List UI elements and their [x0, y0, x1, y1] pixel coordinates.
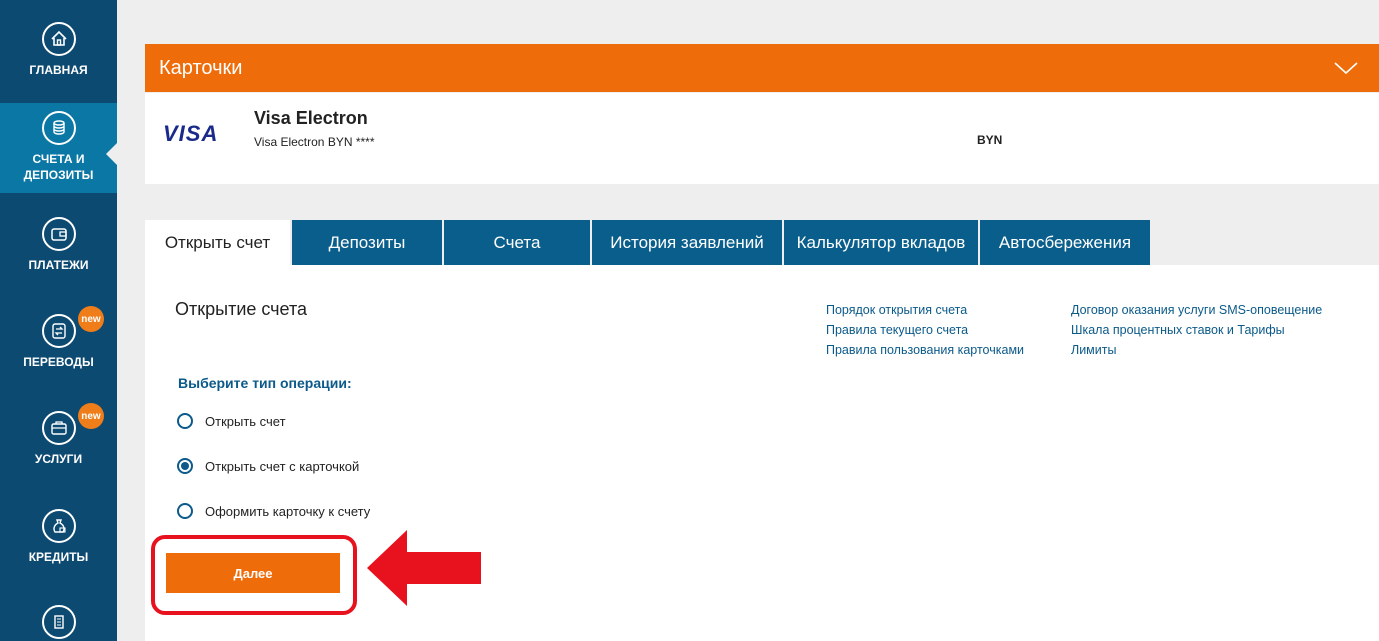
nav-item-accounts[interactable]: СЧЕТА И ДЕПОЗИТЫ: [0, 103, 117, 193]
radio-label: Оформить карточку к счету: [205, 503, 371, 519]
nav-item-credits[interactable]: КРЕДИТЫ: [0, 509, 117, 565]
radio-label: Открыть счет с карточкой: [205, 458, 360, 474]
cards-header[interactable]: Карточки: [145, 44, 1379, 92]
sidebar: ГЛАВНАЯ СЧЕТА И ДЕПОЗИТЫ ПЛАТЕЖИ ПЕРЕВОД…: [0, 0, 117, 641]
link-account-opening-procedure[interactable]: Порядок открытия счета: [826, 303, 967, 317]
tab-bar: Открыть счет Депозиты Счета История заяв…: [145, 220, 1152, 265]
radio-button-selected[interactable]: [177, 458, 193, 474]
nav-item-home[interactable]: ГЛАВНАЯ: [0, 22, 117, 78]
card-subtitle: Visa Electron BYN ****: [254, 135, 375, 149]
main-content: Карточки VISA Visa Electron Visa Electro…: [117, 0, 1379, 641]
page-title: Открытие счета: [175, 299, 308, 319]
card-currency: BYN: [977, 133, 1003, 147]
nav-label-credits: КРЕДИТЫ: [28, 550, 89, 564]
nav-label-accounts: СЧЕТА И ДЕПОЗИТЫ: [23, 152, 94, 182]
link-card-usage-rules[interactable]: Правила пользования карточками: [826, 343, 1024, 357]
tab-deposit-calculator[interactable]: Калькулятор вкладов: [784, 220, 978, 265]
card-name: Visa Electron: [254, 108, 368, 128]
nav-item-payments[interactable]: ПЛАТЕЖИ: [0, 217, 117, 273]
tab-deposits[interactable]: Депозиты: [292, 220, 442, 265]
card-summary[interactable]: VISA Visa Electron Visa Electron BYN ***…: [145, 93, 1379, 184]
accounts-panel: Открыть счет Депозиты Счета История заяв…: [145, 220, 1379, 641]
money-bag-icon: [41, 509, 76, 543]
tab-application-history[interactable]: История заявлений: [592, 220, 782, 265]
next-button[interactable]: Далее: [166, 553, 340, 593]
new-badge-services: new: [78, 403, 104, 429]
transfer-icon: [41, 314, 76, 348]
nav-label-transfers: ПЕРЕВОДЫ: [23, 355, 94, 369]
cards-header-title: Карточки: [159, 56, 243, 79]
link-sms-service-agreement[interactable]: Договор оказания услуги SMS-оповещение: [1071, 303, 1322, 317]
home-icon: [41, 22, 76, 56]
visa-logo: VISA: [163, 121, 219, 146]
arrow-left-icon: [367, 530, 481, 606]
tab-auto-savings[interactable]: Автосбережения: [980, 220, 1150, 265]
nav-item-more[interactable]: [0, 605, 117, 639]
radio-open-account-with-card[interactable]: Открыть счет с карточкой: [177, 458, 359, 474]
chevron-down-icon[interactable]: [1333, 60, 1359, 76]
radio-open-account[interactable]: Открыть счет: [177, 413, 286, 429]
briefcase-icon: [41, 411, 76, 445]
operation-type-label: Выберите тип операции:: [178, 375, 352, 391]
document-icon: [41, 605, 76, 639]
nav-label-payments: ПЛАТЕЖИ: [28, 258, 89, 272]
active-notch: [106, 143, 117, 165]
nav-label-home: ГЛАВНАЯ: [29, 63, 88, 77]
open-account-form: Открытие счета Порядок открытия счета Пр…: [145, 265, 1379, 641]
radio-label: Открыть счет: [205, 413, 286, 429]
tab-open-account[interactable]: Открыть счет: [145, 220, 290, 265]
link-current-account-rules[interactable]: Правила текущего счета: [826, 323, 968, 337]
link-limits[interactable]: Лимиты: [1071, 343, 1116, 357]
wallet-icon: [41, 217, 76, 251]
new-badge-transfers: new: [78, 306, 104, 332]
radio-issue-card-to-account[interactable]: Оформить карточку к счету: [177, 503, 370, 519]
link-interest-rates-tariffs[interactable]: Шкала процентных ставок и Тарифы: [1071, 323, 1285, 337]
radio-button[interactable]: [177, 413, 193, 429]
nav-label-services: УСЛУГИ: [34, 452, 83, 466]
tab-accounts[interactable]: Счета: [444, 220, 590, 265]
coins-icon: [41, 111, 76, 145]
radio-button[interactable]: [177, 503, 193, 519]
